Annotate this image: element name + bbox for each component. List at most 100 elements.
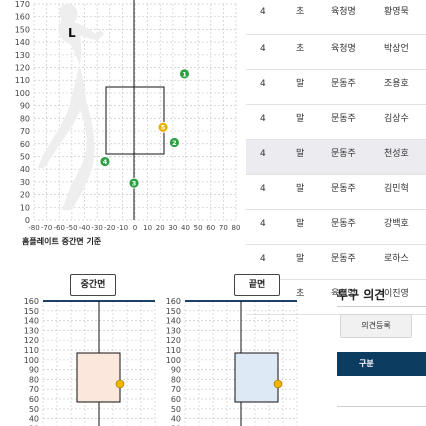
table-cell-player: 천성호 xyxy=(384,149,409,159)
top-zone-grid: 1701601501401301201101009080706050403020… xyxy=(15,0,241,232)
x-tick-label: -80 xyxy=(28,224,39,232)
y-tick-label: 90 xyxy=(29,366,39,375)
x-tick-label: -10 xyxy=(117,224,128,232)
table-cell-team: 문동주 xyxy=(331,254,356,264)
table-cell-half: 말 xyxy=(296,219,305,229)
y-tick-label: 150 xyxy=(24,307,39,316)
pitch-number: 4 xyxy=(103,158,108,166)
x-tick-label: 30 xyxy=(168,224,177,232)
pitch-table: 4 초 육청명 황영묵 4 초 육청명 박상언 4 말 문동주 조용호 4 말 문동주 김상수 4 말 문동주 천성호… xyxy=(246,0,426,315)
middle-view-grid: 16015014013012011010090807060504030 xyxy=(24,297,156,426)
y-tick-label: 80 xyxy=(29,375,39,384)
table-cell-inning: 4 xyxy=(260,219,266,229)
y-tick-label: 90 xyxy=(20,102,30,111)
table-cell-inning: 4 xyxy=(260,114,266,124)
x-tick-label: -70 xyxy=(41,224,52,232)
register-opinion-button[interactable]: 의견등록 xyxy=(340,314,412,338)
y-tick-label: 110 xyxy=(166,346,181,355)
y-tick-label: 60 xyxy=(171,395,181,404)
table-cell-half: 초 xyxy=(296,7,305,17)
x-tick-label: 40 xyxy=(181,224,190,232)
y-tick-label: 100 xyxy=(24,356,39,365)
table-cell-half: 말 xyxy=(296,149,305,159)
table-cell-team: 문동주 xyxy=(331,219,356,229)
table-cell-team: 문동주 xyxy=(331,184,356,194)
y-tick-label: 10 xyxy=(20,203,30,212)
pitch-number: 5 xyxy=(161,124,166,132)
x-tick-label: -30 xyxy=(91,224,102,232)
opinion-title: 투구 의견 xyxy=(337,288,386,302)
y-tick-label: 150 xyxy=(166,307,181,316)
y-tick-label: 140 xyxy=(24,317,39,326)
table-cell-player: 이진영 xyxy=(384,289,409,299)
table-row[interactable]: 4 말 문동주 김민혁 xyxy=(246,175,426,210)
y-tick-label: 70 xyxy=(20,127,30,136)
table-row[interactable]: 4 초 육청명 박상언 xyxy=(246,35,426,70)
y-tick-label: 120 xyxy=(15,64,30,73)
y-tick-label: 140 xyxy=(166,317,181,326)
y-tick-label: 120 xyxy=(166,336,181,345)
table-cell-player: 김민혁 xyxy=(384,184,409,194)
table-row[interactable]: 4 말 문동주 천성호 xyxy=(246,140,426,175)
table-cell-half: 말 xyxy=(296,184,305,194)
y-tick-label: 120 xyxy=(24,336,39,345)
y-tick-label: 130 xyxy=(15,51,30,60)
y-tick-label: 110 xyxy=(24,346,39,355)
opinion-divider xyxy=(337,306,426,307)
table-cell-team: 문동주 xyxy=(331,79,356,89)
x-tick-label: 70 xyxy=(219,224,228,232)
y-tick-label: 130 xyxy=(24,326,39,335)
x-tick-label: 60 xyxy=(206,224,215,232)
table-cell-player: 조용호 xyxy=(384,79,409,89)
y-tick-label: 170 xyxy=(15,0,30,9)
table-cell-half: 말 xyxy=(296,114,305,124)
y-tick-label: 140 xyxy=(15,38,30,47)
y-tick-label: 160 xyxy=(166,297,181,306)
y-tick-label: 90 xyxy=(171,366,181,375)
zone-caption: 홈플레이트 중간면 기준 xyxy=(22,237,102,246)
table-row[interactable]: 4 말 문동주 김상수 xyxy=(246,105,426,140)
y-tick-label: 50 xyxy=(20,152,30,161)
y-tick-label: 80 xyxy=(171,375,181,384)
y-tick-label: 60 xyxy=(29,395,39,404)
x-tick-label: 20 xyxy=(156,224,165,232)
table-row[interactable]: 4 초 육청명 황영묵 xyxy=(246,0,426,35)
pitch-number: 1 xyxy=(182,70,187,78)
y-tick-label: 40 xyxy=(29,415,39,424)
x-tick-label: -50 xyxy=(66,224,77,232)
strike-zone xyxy=(76,352,121,403)
y-tick-label: 150 xyxy=(15,25,30,34)
x-tick-label: 80 xyxy=(232,224,241,232)
y-tick-label: 160 xyxy=(15,13,30,22)
table-cell-half: 초 xyxy=(296,44,305,54)
y-tick-label: 50 xyxy=(29,405,39,414)
x-tick-label: -60 xyxy=(54,224,65,232)
y-tick-label: 70 xyxy=(171,385,181,394)
table-cell-player: 로하스 xyxy=(384,254,409,264)
table-row[interactable]: 4 말 문동주 조용호 xyxy=(246,70,426,105)
y-tick-label: 110 xyxy=(15,76,30,85)
pitch-number: 3 xyxy=(132,180,137,188)
table-cell-inning: 4 xyxy=(260,79,266,89)
table-cell-inning: 4 xyxy=(260,7,266,17)
y-tick-label: 80 xyxy=(20,114,30,123)
table-row[interactable]: 4 말 문동주 강백호 xyxy=(246,210,426,245)
end-view-grid: 16015014013012011010090807060504030 xyxy=(166,297,298,426)
pitch-ball xyxy=(273,379,283,389)
opinion-row-divider xyxy=(337,406,426,407)
x-tick-label: 50 xyxy=(194,224,203,232)
middle-view-title: 중간면 xyxy=(70,274,116,296)
opinion-table-header: 구분 xyxy=(337,352,426,376)
table-cell-player: 황영묵 xyxy=(384,7,409,17)
table-cell-inning: 4 xyxy=(260,44,266,54)
y-tick-label: 160 xyxy=(24,297,39,306)
y-tick-label: 60 xyxy=(20,140,30,149)
y-tick-label: 20 xyxy=(20,191,30,200)
table-cell-inning: 4 xyxy=(260,184,266,194)
table-cell-team: 육청명 xyxy=(331,44,356,54)
y-tick-label: 40 xyxy=(171,415,181,424)
x-tick-label: 10 xyxy=(143,224,152,232)
x-tick-label: -40 xyxy=(79,224,90,232)
table-cell-inning: 4 xyxy=(260,149,266,159)
table-cell-team: 문동주 xyxy=(331,114,356,124)
